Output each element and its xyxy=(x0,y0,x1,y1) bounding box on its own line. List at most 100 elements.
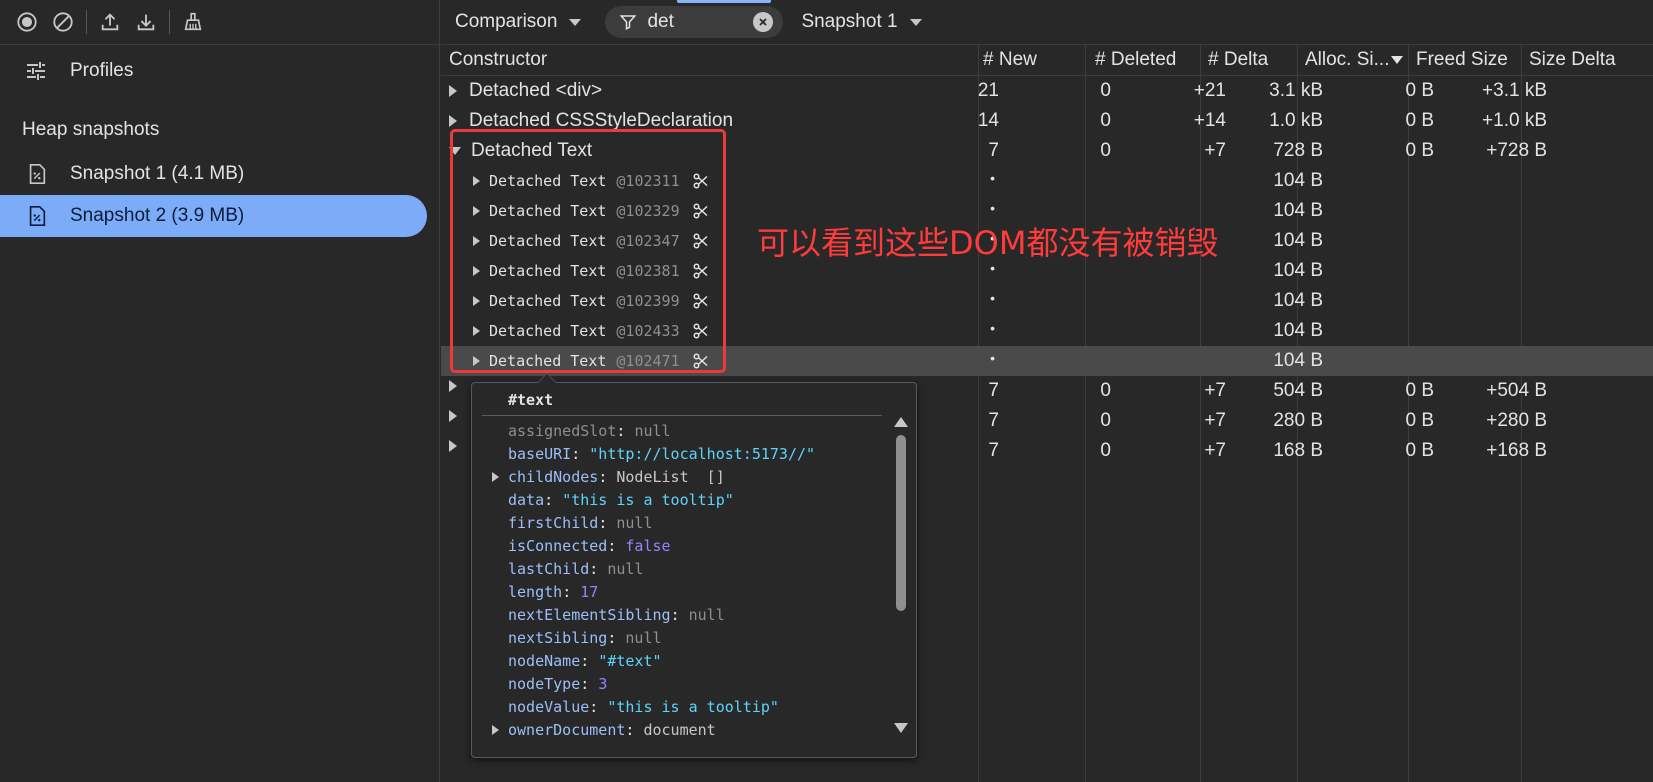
size-delta: +3.1 kB xyxy=(1482,80,1547,101)
table-row-child[interactable]: Detached Text @102311 • 104 B xyxy=(441,166,1653,196)
column-header-deleted[interactable]: # Deleted xyxy=(1095,49,1176,71)
base-snapshot-selector[interactable]: Snapshot 1 xyxy=(801,11,922,33)
profiles-header[interactable]: Profiles xyxy=(0,45,439,97)
delta-count: +7 xyxy=(1204,140,1226,161)
object-name: Detached Text @102347 xyxy=(473,232,710,250)
property-key: data xyxy=(508,490,545,509)
expand-arrow-icon[interactable] xyxy=(473,176,480,186)
expand-arrow-icon[interactable] xyxy=(449,380,457,392)
table-row-child[interactable]: Detached Text @102433 • 104 B xyxy=(441,316,1653,346)
expand-arrow-icon[interactable] xyxy=(449,410,457,422)
expand-arrow-icon[interactable] xyxy=(473,266,480,276)
class-filter[interactable]: det xyxy=(605,6,784,38)
object-id: @102471 xyxy=(616,352,680,370)
table-row-child[interactable]: Detached Text @102399 • 104 B xyxy=(441,286,1653,316)
column-header-freed-size[interactable]: Freed Size xyxy=(1416,49,1508,71)
property-key: isConnected xyxy=(508,536,608,555)
object-id: @102381 xyxy=(616,262,680,280)
property-key: nodeType xyxy=(508,674,581,693)
scroll-down-icon[interactable] xyxy=(894,723,908,733)
object-id: @102329 xyxy=(616,202,680,220)
load-profile-button[interactable] xyxy=(95,7,125,37)
save-profile-button[interactable] xyxy=(131,7,161,37)
property-value: NodeList [] xyxy=(616,467,725,486)
property-colon: : xyxy=(562,582,581,601)
table-row-child-selected[interactable]: Detached Text @102471 • 104 B xyxy=(441,346,1653,376)
column-header-size-delta[interactable]: Size Delta xyxy=(1529,49,1616,71)
object-id: @102433 xyxy=(616,322,680,340)
filter-input[interactable]: det xyxy=(647,11,753,33)
expand-arrow-icon[interactable] xyxy=(473,206,480,216)
table-row[interactable]: Detached CSSStyleDeclaration 14 0 +14 1.… xyxy=(441,106,1653,136)
property-toggle[interactable] xyxy=(488,471,508,482)
expand-arrow-icon[interactable] xyxy=(473,326,480,336)
object-label: Detached Text xyxy=(489,352,607,370)
property-value: "#text" xyxy=(598,651,662,670)
property-toggle[interactable] xyxy=(488,724,508,735)
property-key: nextSibling xyxy=(508,628,608,647)
deleted-count: 0 xyxy=(1100,410,1111,431)
scissors-icon[interactable] xyxy=(692,232,710,250)
snapshot-item-1[interactable]: Snapshot 1 (4.1 MB) xyxy=(0,153,427,195)
property-key: lastChild xyxy=(508,559,590,578)
heap-snapshot-view: Comparison det Snapshot 1 Constructor # … xyxy=(441,0,1653,782)
column-header-alloc-size[interactable]: Alloc. Si... xyxy=(1305,49,1404,71)
expand-arrow-icon[interactable] xyxy=(473,356,480,366)
column-header-delta[interactable]: # Delta xyxy=(1208,49,1268,71)
record-button[interactable] xyxy=(12,7,42,37)
property-row[interactable]: childNodes: NodeList [] xyxy=(488,465,868,488)
snapshot-label: Snapshot 2 (3.9 MB) xyxy=(70,205,245,226)
property-key: childNodes xyxy=(508,467,599,486)
scissors-icon[interactable] xyxy=(692,202,710,220)
expand-arrow-icon[interactable] xyxy=(473,236,480,246)
property-key: nextElementSibling xyxy=(508,605,671,624)
property-list: assignedSlot: null baseURI: "http://local… xyxy=(488,419,868,741)
property-row[interactable]: ownerDocument: document xyxy=(488,718,868,741)
table-row[interactable]: Detached Text 7 0 +7 728 B 0 B +728 B xyxy=(441,136,1653,166)
alloc-size: 104 B xyxy=(1273,290,1323,311)
object-id: @102347 xyxy=(616,232,680,250)
expand-arrow-icon[interactable] xyxy=(492,471,499,482)
freed-size: 0 B xyxy=(1405,110,1434,131)
object-name: Detached Text @102433 xyxy=(473,322,710,340)
expand-arrow-icon[interactable] xyxy=(449,440,457,452)
scissors-icon[interactable] xyxy=(692,172,710,190)
expand-arrow-icon[interactable] xyxy=(449,115,457,127)
property-colon: : xyxy=(589,559,608,578)
property-colon: : xyxy=(580,651,599,670)
new-count: 7 xyxy=(988,380,999,401)
scissors-icon[interactable] xyxy=(692,352,710,370)
clear-button[interactable] xyxy=(48,7,78,37)
table-row[interactable]: Detached <div> 21 0 +21 3.1 kB 0 B +3.1 … xyxy=(441,76,1653,106)
column-header-constructor[interactable]: Constructor xyxy=(449,49,547,71)
size-delta: +1.0 kB xyxy=(1482,110,1547,131)
deleted-count: 0 xyxy=(1100,80,1111,101)
clear-filter-button[interactable] xyxy=(753,12,774,32)
alloc-size: 104 B xyxy=(1273,170,1323,191)
constructor-name xyxy=(449,380,469,392)
expand-arrow-icon[interactable] xyxy=(449,85,457,97)
column-header-new[interactable]: # New xyxy=(983,49,1037,71)
freed-size: 0 B xyxy=(1405,410,1434,431)
popover-title: #text xyxy=(508,391,554,409)
property-row: assignedSlot: null xyxy=(488,419,868,442)
deleted-count: 0 xyxy=(1100,380,1111,401)
snapshot-file-icon xyxy=(29,164,46,184)
alloc-size: 104 B xyxy=(1273,230,1323,251)
collect-garbage-button[interactable] xyxy=(178,7,208,37)
view-selector[interactable]: Comparison xyxy=(455,11,582,33)
scissors-icon[interactable] xyxy=(692,262,710,280)
toolbar-divider xyxy=(169,10,170,34)
scissors-icon[interactable] xyxy=(692,292,710,310)
collapse-arrow-icon[interactable] xyxy=(449,147,461,155)
expand-arrow-icon[interactable] xyxy=(473,296,480,306)
size-delta: +728 B xyxy=(1486,140,1547,161)
expand-arrow-icon[interactable] xyxy=(492,724,499,735)
property-key: assignedSlot xyxy=(508,421,617,440)
close-icon xyxy=(759,18,768,26)
scroll-up-icon[interactable] xyxy=(894,417,908,427)
scissors-icon[interactable] xyxy=(692,322,710,340)
scroll-thumb[interactable] xyxy=(896,435,906,611)
popover-scrollbar[interactable] xyxy=(894,417,908,733)
snapshot-item-2[interactable]: Snapshot 2 (3.9 MB) xyxy=(0,195,427,237)
